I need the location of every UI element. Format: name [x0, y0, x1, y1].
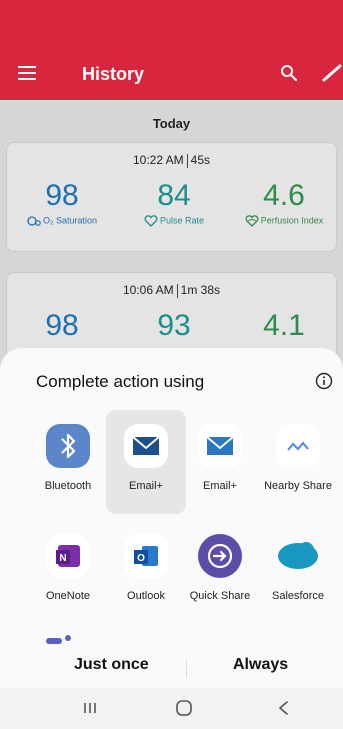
app-label: Quick Share — [189, 590, 251, 602]
share-actions: Just once Always — [0, 656, 343, 686]
just-once-button[interactable]: Just once — [74, 656, 149, 674]
share-app-onenote[interactable]: N OneNote — [28, 520, 108, 624]
share-app-outlook[interactable]: O Outlook — [106, 520, 186, 624]
app-label: Outlook — [127, 590, 165, 602]
share-sheet-title: Complete action using — [36, 372, 205, 391]
app-label: Email+ — [203, 480, 237, 492]
share-app-quick-share[interactable]: Quick Share — [180, 520, 260, 624]
onenote-icon: N — [46, 534, 90, 578]
svg-text:O: O — [137, 553, 145, 564]
share-app-salesforce[interactable]: Salesforce — [258, 520, 338, 624]
email-icon — [124, 424, 168, 468]
duration-label: 1m 38s — [180, 283, 221, 297]
time-label: 10:06 AM — [122, 283, 174, 297]
share-app-nearby-share[interactable]: Nearby Share — [258, 410, 338, 514]
search-icon[interactable] — [280, 64, 298, 82]
teams-icon[interactable] — [44, 630, 74, 644]
home-icon[interactable] — [172, 698, 196, 718]
pulse-metric: 84 Pulse Rate — [119, 179, 229, 227]
always-button[interactable]: Always — [233, 656, 288, 674]
record-time: 10:06 AM 1m 38s — [7, 283, 336, 298]
time-label: 10:22 AM — [132, 153, 184, 167]
edit-icon[interactable] — [320, 62, 343, 84]
spo2-value: 98 — [45, 309, 79, 342]
day-header: Today — [152, 116, 191, 131]
page-title: History — [82, 64, 145, 84]
nearby-share-icon — [276, 424, 320, 468]
pi-metric: 4.1 — [229, 309, 339, 343]
salesforce-icon — [276, 534, 320, 578]
share-app-bluetooth[interactable]: Bluetooth — [28, 410, 108, 514]
status-bar — [0, 0, 343, 48]
email-icon — [198, 424, 242, 468]
outlook-icon: O — [124, 534, 168, 578]
pulse-value: 93 — [157, 309, 191, 342]
system-nav-bar — [0, 688, 343, 729]
pi-value: 4.1 — [263, 309, 305, 342]
back-icon[interactable] — [272, 698, 296, 718]
history-list: Today 10:22 AM 45s 98 O₂ Saturation 84 Pu… — [0, 100, 343, 372]
perfusion-icon — [245, 215, 259, 227]
share-app-email-plus[interactable]: Email+ — [180, 410, 260, 514]
heart-icon — [144, 215, 158, 227]
spo2-metric: 98 O₂ Saturation — [7, 179, 117, 227]
menu-icon[interactable] — [18, 66, 36, 80]
divider — [186, 660, 187, 678]
pulse-label: Pulse Rate — [119, 215, 229, 227]
pulse-value: 84 — [157, 179, 191, 212]
app-label: Salesforce — [272, 590, 324, 602]
share-app-email-plus[interactable]: Email+ — [106, 410, 186, 514]
info-icon[interactable] — [315, 372, 333, 390]
recents-icon[interactable] — [78, 698, 102, 718]
share-sheet: Complete action using Bluetooth Email+ E… — [0, 348, 343, 688]
duration-label: 45s — [190, 153, 211, 167]
svg-text:N: N — [59, 553, 66, 564]
pi-metric: 4.6 Perfusion Index — [229, 179, 339, 227]
spo2-value: 98 — [45, 179, 79, 212]
pi-value: 4.6 — [263, 179, 305, 212]
quick-share-icon — [198, 534, 242, 578]
bluetooth-icon — [46, 424, 90, 468]
app-label: Bluetooth — [44, 480, 92, 492]
spo2-label: O₂ Saturation — [7, 215, 117, 227]
app-label: Nearby Share — [264, 480, 332, 492]
pulse-metric: 93 — [119, 309, 229, 343]
oxygen-icon — [27, 216, 41, 226]
pi-label: Perfusion Index — [229, 215, 339, 227]
app-bar: History — [0, 48, 343, 100]
app-label: OneNote — [45, 590, 91, 602]
spo2-metric: 98 — [7, 309, 117, 343]
app-label: Email+ — [129, 480, 163, 492]
record-time: 10:22 AM 45s — [7, 153, 336, 168]
history-card[interactable]: 10:22 AM 45s 98 O₂ Saturation 84 Pulse Ra… — [6, 142, 337, 252]
